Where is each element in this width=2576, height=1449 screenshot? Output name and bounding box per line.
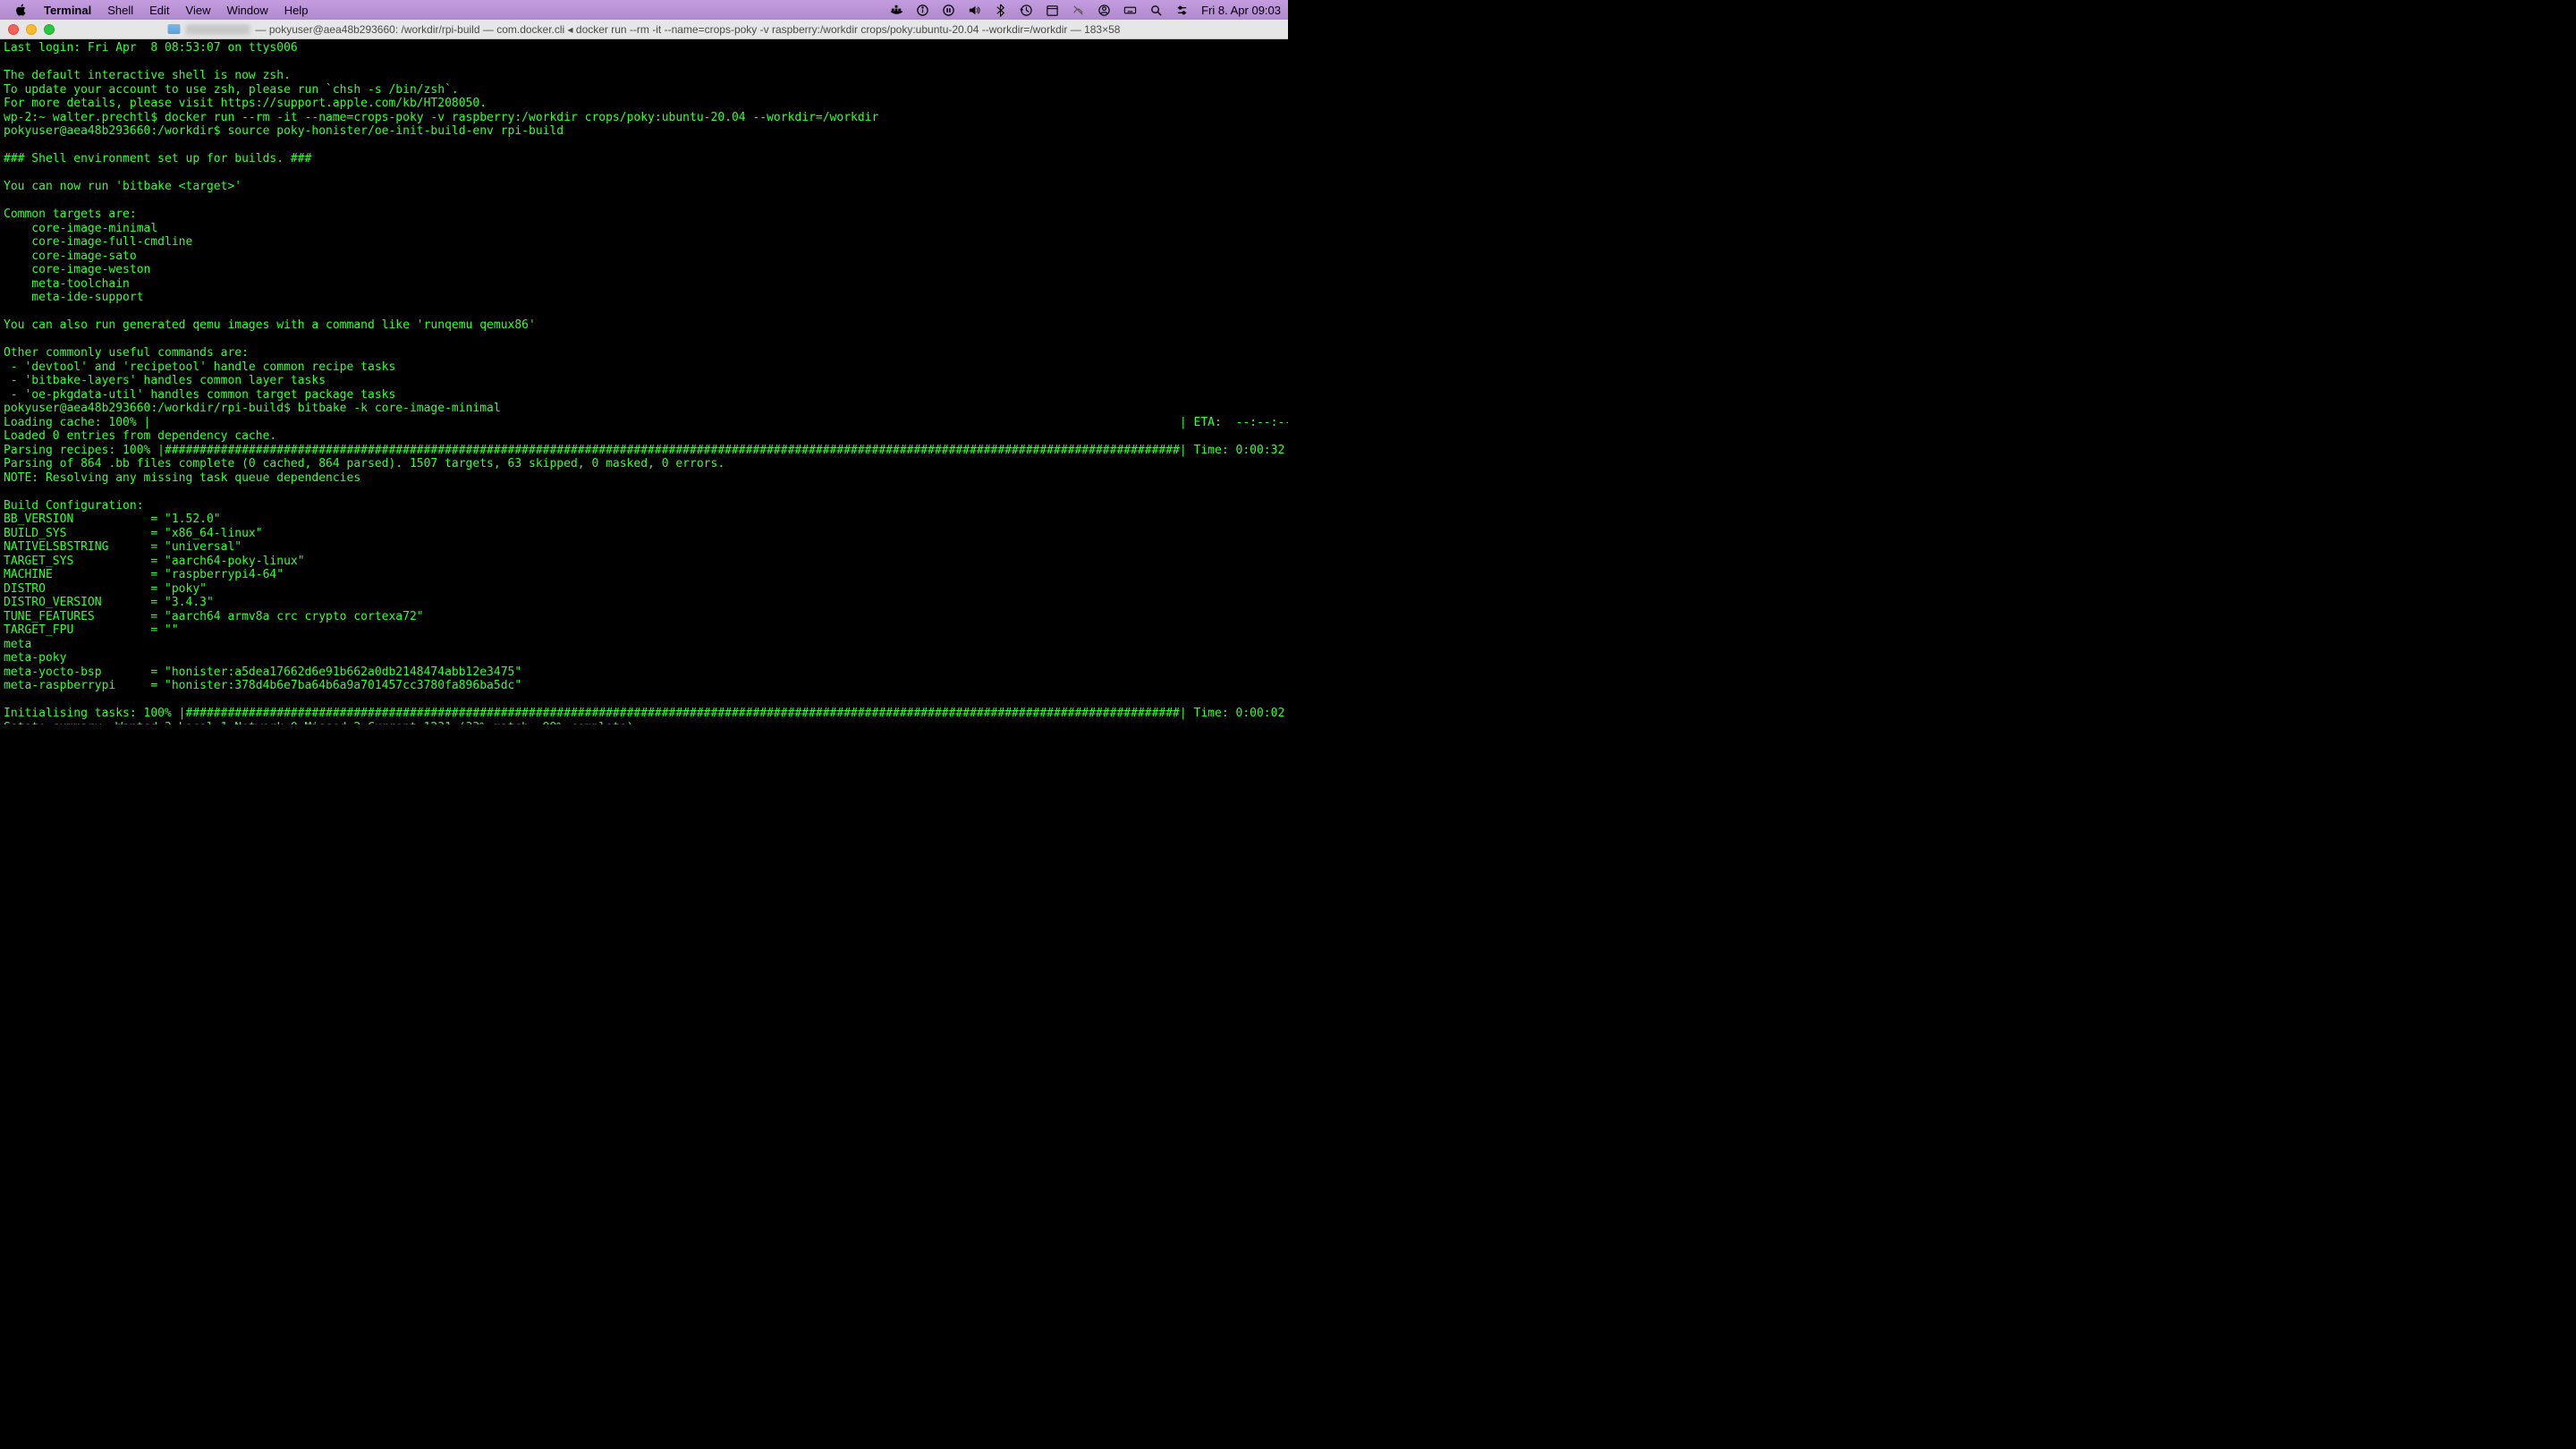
window-titlebar: — pokyuser@aea48b293660: /workdir/rpi-bu… [0, 20, 1288, 39]
menu-window[interactable]: Window [219, 4, 276, 17]
timemachine-icon[interactable] [1020, 4, 1033, 17]
window-close-button[interactable] [8, 24, 19, 35]
apple-menu-icon[interactable] [7, 4, 36, 16]
window-title: — pokyuser@aea48b293660: /workdir/rpi-bu… [168, 23, 1121, 36]
terminal-viewport[interactable]: Last login: Fri Apr 8 08:53:07 on ttys00… [0, 39, 1288, 724]
folder-icon [168, 24, 181, 34]
info-icon[interactable] [916, 4, 929, 17]
menu-help[interactable]: Help [276, 4, 317, 17]
docker-icon[interactable] [890, 4, 903, 17]
window-minimize-button[interactable] [26, 24, 37, 35]
keyboard-icon[interactable] [1123, 4, 1137, 17]
macos-menubar: Terminal Shell Edit View Window Help Fri… [0, 0, 1288, 20]
menu-shell[interactable]: Shell [99, 4, 141, 17]
bluetooth-icon[interactable] [994, 4, 1007, 17]
menu-view[interactable]: View [178, 4, 219, 17]
redacted-segment [186, 24, 250, 35]
app-name[interactable]: Terminal [36, 4, 99, 17]
clock[interactable]: Fri 8. Apr 09:03 [1201, 4, 1281, 17]
disabled-icon[interactable] [1072, 4, 1085, 17]
terminal-output: Last login: Fri Apr 8 08:53:07 on ttys00… [4, 41, 1284, 724]
user-icon[interactable] [1097, 4, 1111, 17]
window-zoom-button[interactable] [44, 24, 55, 35]
pause-icon[interactable] [942, 4, 955, 17]
control-center-icon[interactable] [1175, 4, 1189, 17]
window-title-text: — pokyuser@aea48b293660: /workdir/rpi-bu… [256, 23, 1121, 36]
volume-icon[interactable] [968, 4, 981, 17]
spotlight-icon[interactable] [1149, 4, 1163, 17]
calendar-icon[interactable] [1046, 4, 1059, 17]
menu-edit[interactable]: Edit [141, 4, 177, 17]
